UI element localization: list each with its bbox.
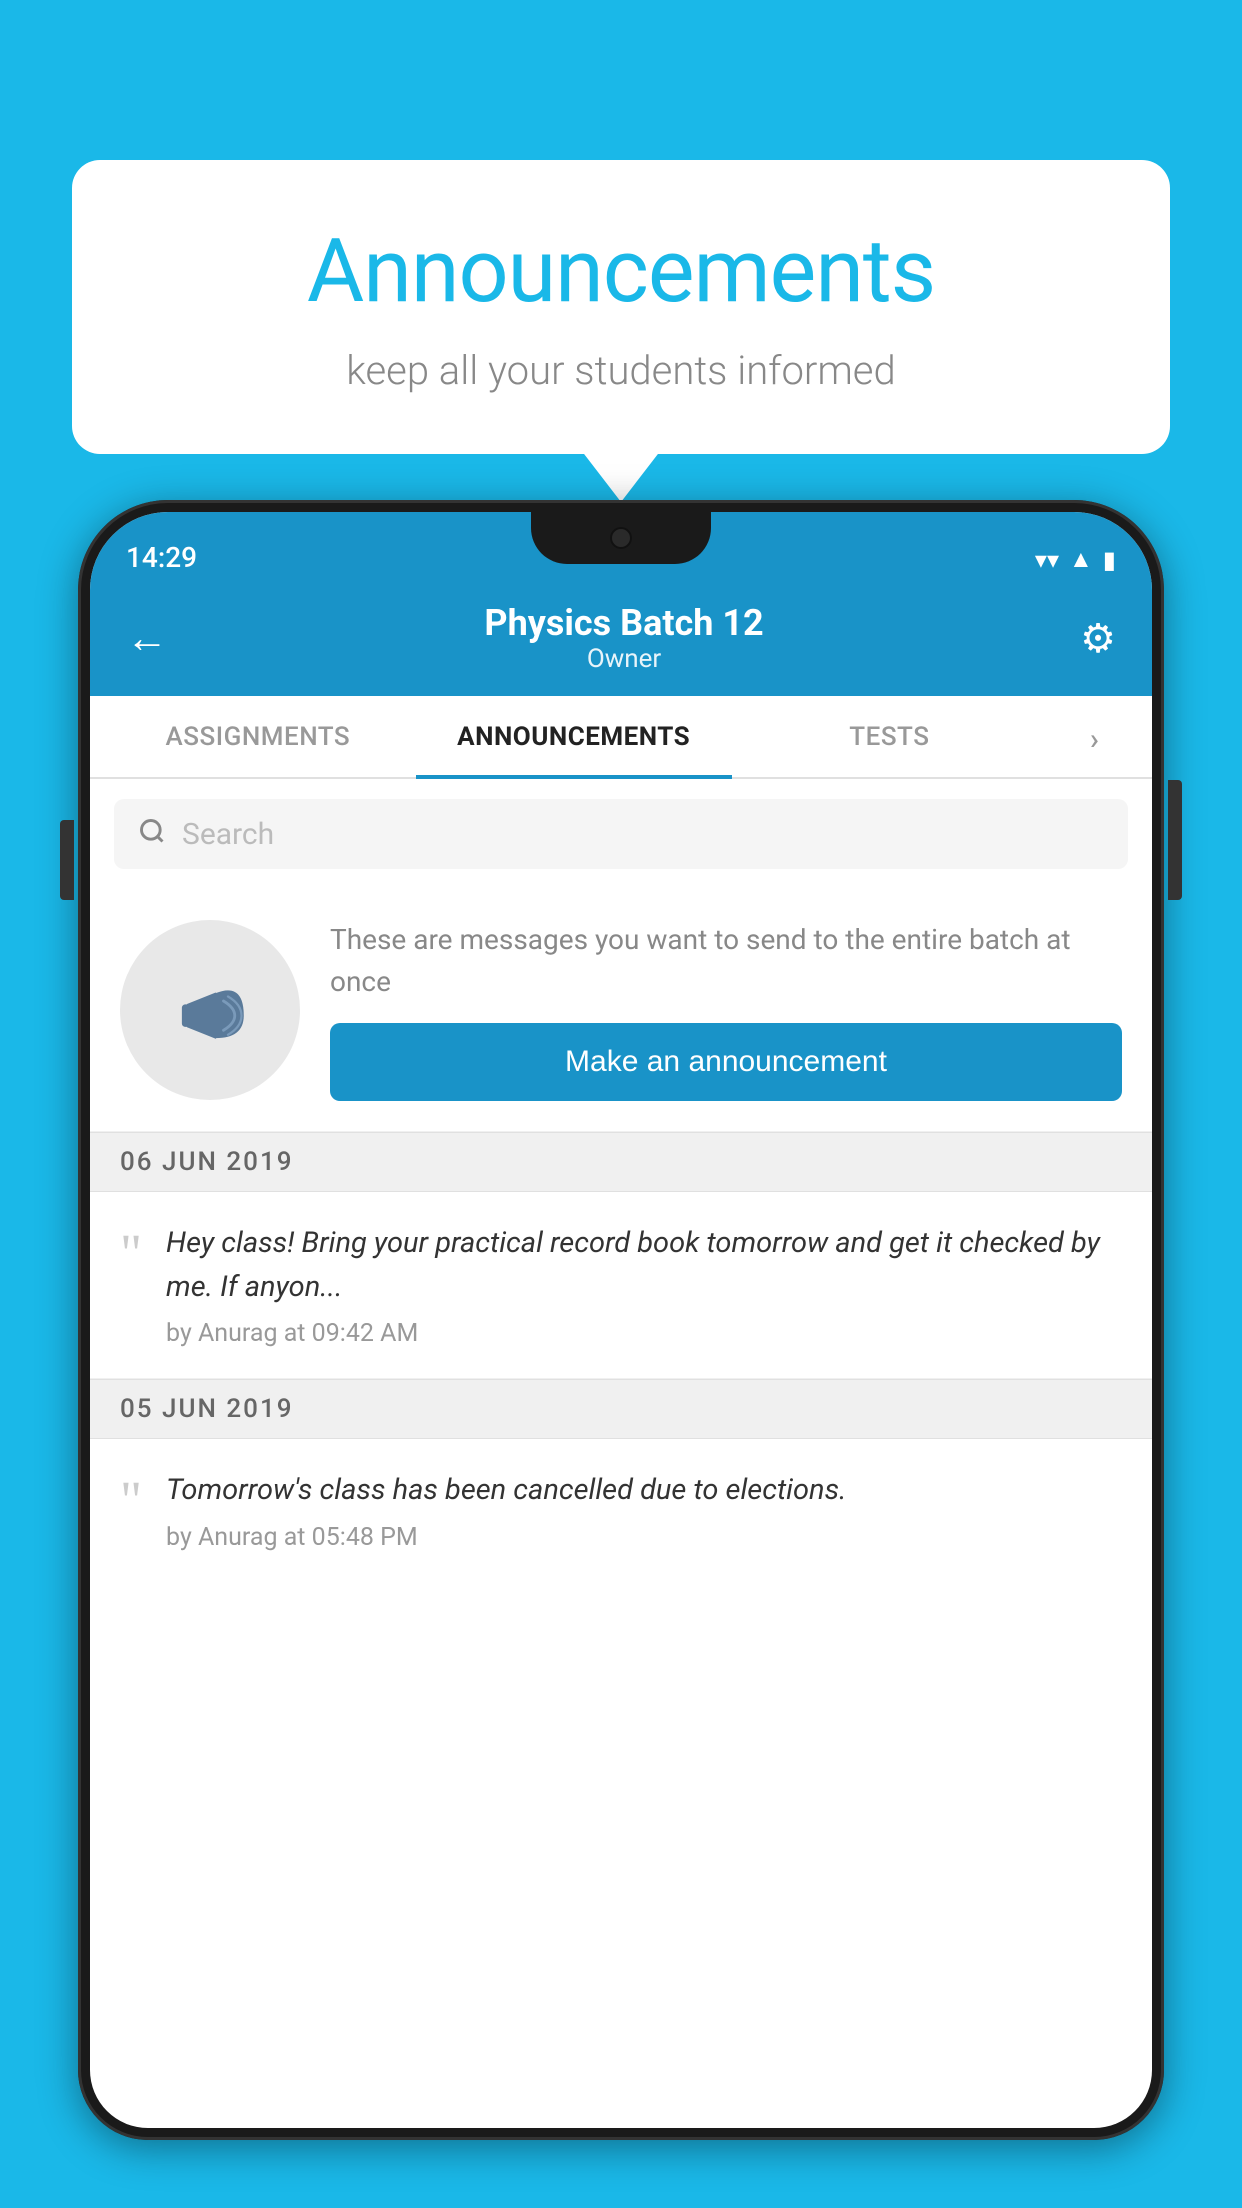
announcement-text-1: Hey class! Bring your practical record b… [166,1222,1122,1309]
batch-title: Physics Batch 12 [484,602,763,644]
search-icon [138,815,166,853]
announcement-subtitle: keep all your students informed [112,347,1130,394]
announcement-item-2[interactable]: " Tomorrow's class has been cancelled du… [90,1439,1152,1582]
tab-tests[interactable]: TESTS [732,696,1048,777]
tab-bar: ASSIGNMENTS ANNOUNCEMENTS TESTS › [90,696,1152,779]
tab-announcements[interactable]: ANNOUNCEMENTS [416,696,732,779]
search-bar[interactable]: Search [114,799,1128,869]
phone-outer: 14:29 ▾▾ ▲ ▮ ← Physics Batch 12 Owner ⚙ [78,500,1164,2140]
quote-icon-1: " [120,1226,142,1280]
phone-wrapper: 14:29 ▾▾ ▲ ▮ ← Physics Batch 12 Owner ⚙ [78,500,1164,2208]
phone-screen: 14:29 ▾▾ ▲ ▮ ← Physics Batch 12 Owner ⚙ [90,512,1152,2128]
promo-content: These are messages you want to send to t… [330,919,1122,1101]
speech-bubble: Announcements keep all your students inf… [72,160,1170,454]
megaphone-icon [165,965,255,1055]
camera [610,527,632,549]
date-separator-1: 06 JUN 2019 [90,1132,1152,1192]
battery-icon: ▮ [1103,546,1116,574]
announcement-content-1: Hey class! Bring your practical record b… [166,1222,1122,1348]
promo-description: These are messages you want to send to t… [330,919,1122,1003]
wifi-icon: ▾▾ [1035,546,1059,574]
announcement-content-2: Tomorrow's class has been cancelled due … [166,1469,1122,1552]
announcement-meta-2: by Anurag at 05:48 PM [166,1523,1122,1552]
announcement-meta-1: by Anurag at 09:42 AM [166,1319,1122,1348]
date-separator-2: 05 JUN 2019 [90,1379,1152,1439]
tab-assignments[interactable]: ASSIGNMENTS [100,696,416,777]
status-icons: ▾▾ ▲ ▮ [1035,545,1116,574]
announcement-title: Announcements [112,220,1130,323]
app-header: ← Physics Batch 12 Owner ⚙ [90,584,1152,696]
announcement-item-1[interactable]: " Hey class! Bring your practical record… [90,1192,1152,1379]
promo-block: These are messages you want to send to t… [90,889,1152,1132]
announcement-text-2: Tomorrow's class has been cancelled due … [166,1469,1122,1513]
search-placeholder: Search [182,817,274,852]
settings-icon[interactable]: ⚙ [1080,615,1116,662]
make-announcement-button[interactable]: Make an announcement [330,1023,1122,1101]
back-button[interactable]: ← [126,614,168,663]
quote-icon-2: " [120,1473,142,1527]
signal-icon: ▲ [1069,545,1093,574]
header-center: Physics Batch 12 Owner [484,602,763,674]
tab-more[interactable]: › [1047,696,1142,777]
phone-notch [531,512,711,564]
status-time: 14:29 [126,541,197,574]
promo-icon-circle [120,920,300,1100]
speech-bubble-container: Announcements keep all your students inf… [72,160,1170,454]
batch-subtitle: Owner [484,644,763,674]
